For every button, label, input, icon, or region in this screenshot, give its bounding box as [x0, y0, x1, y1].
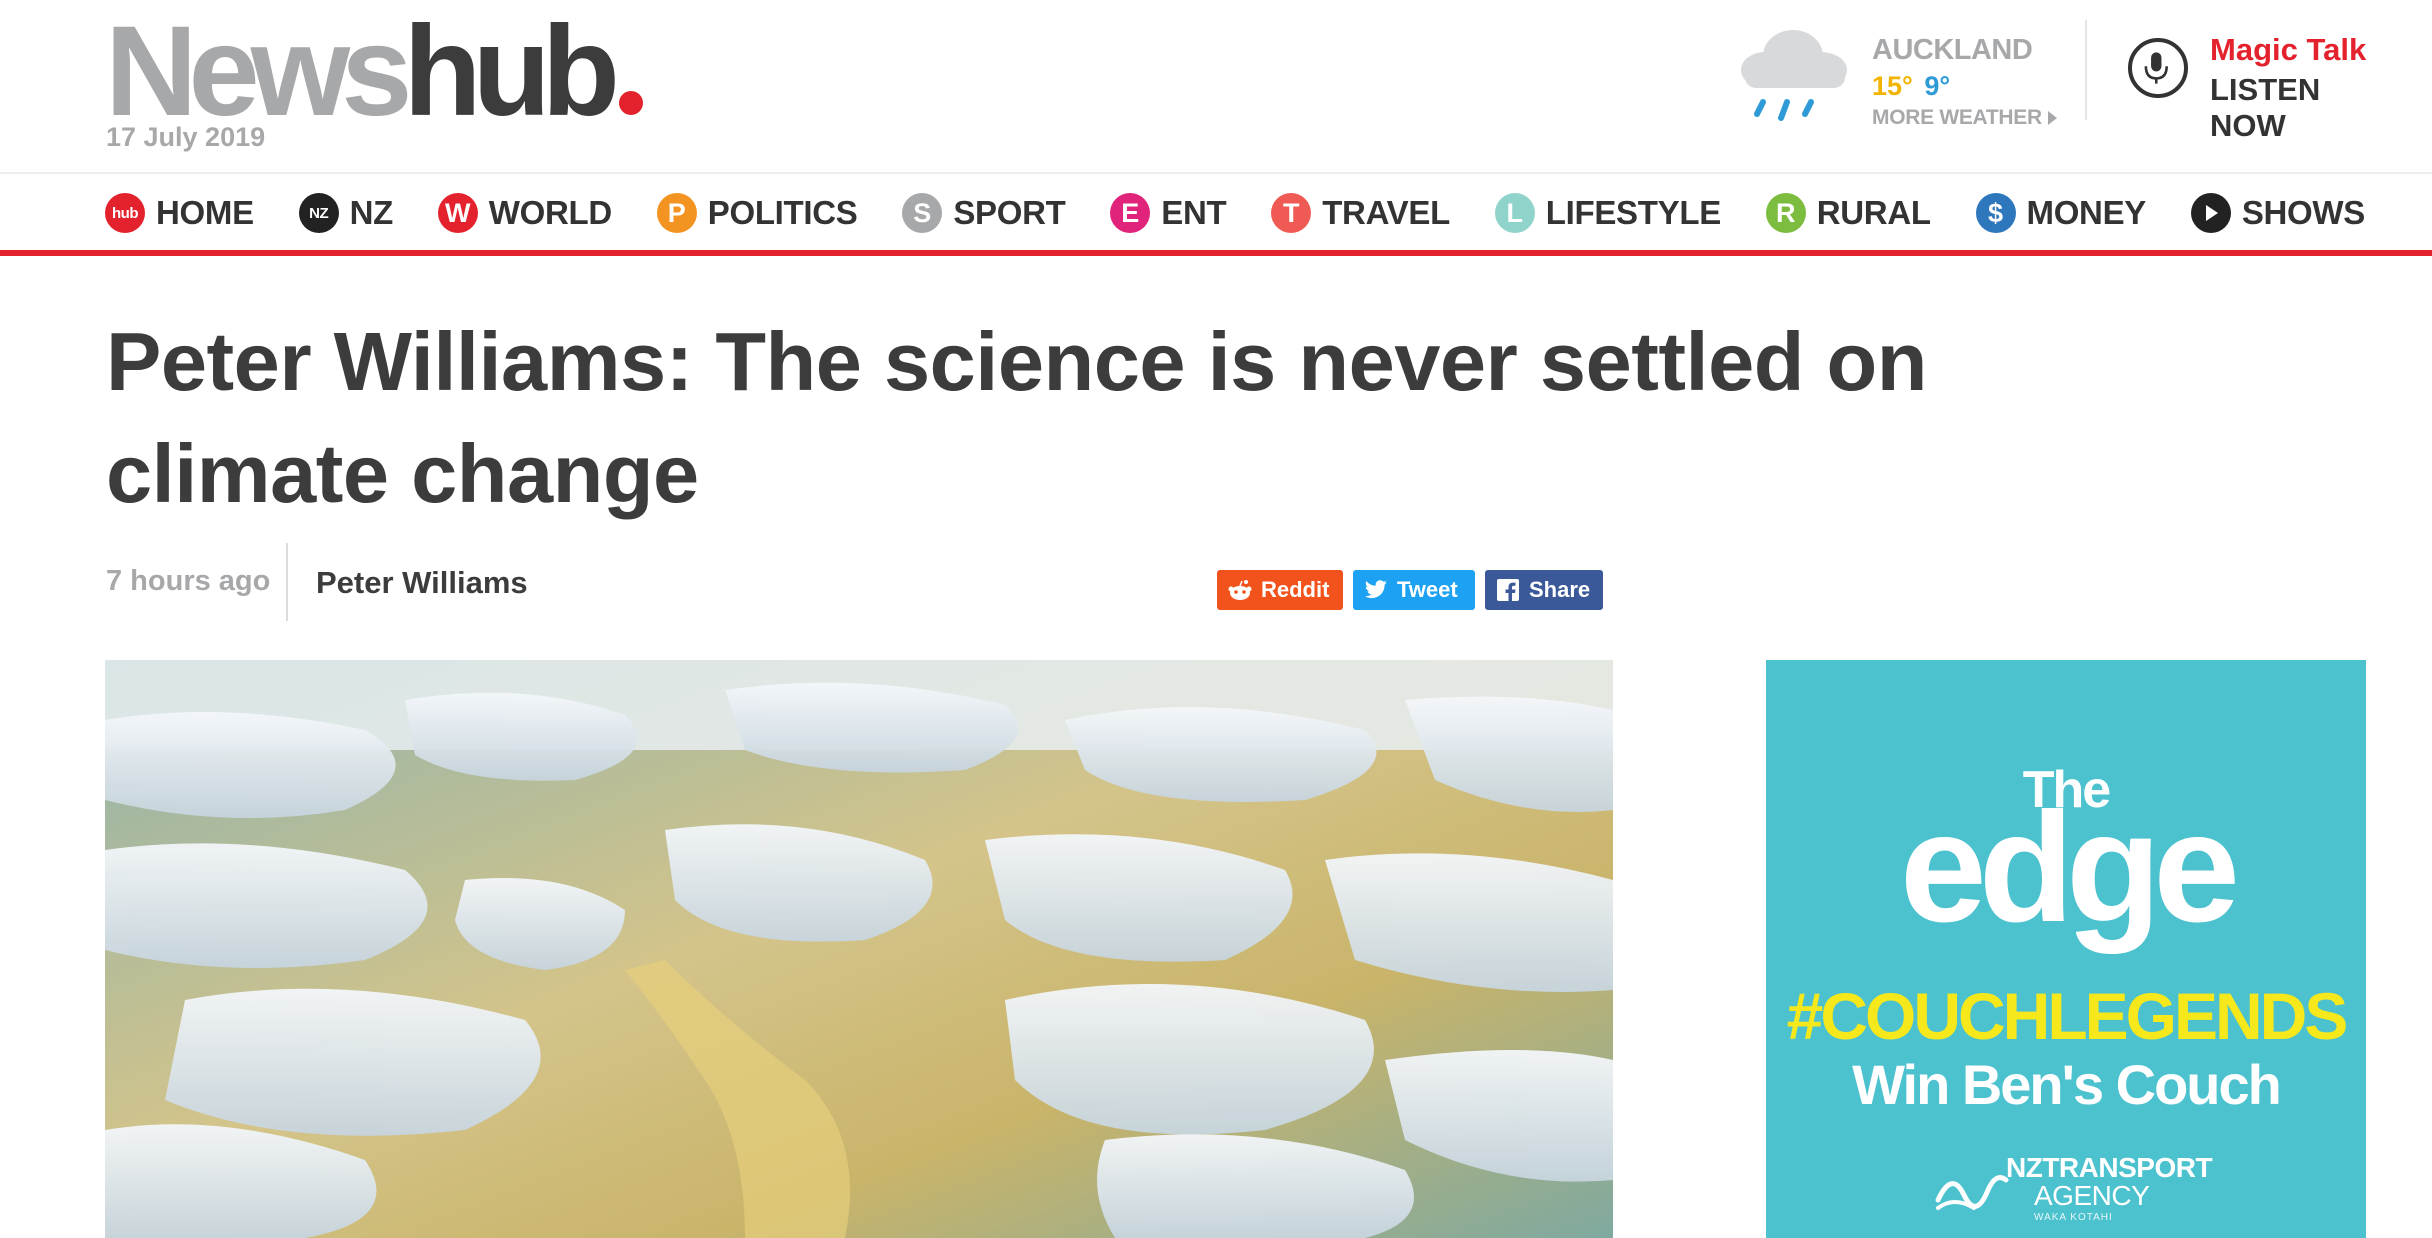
- reddit-label: Reddit: [1261, 577, 1330, 602]
- facebook-share-button[interactable]: Share: [1485, 570, 1603, 610]
- world-badge-icon: W: [437, 193, 478, 233]
- ad-brand-large: edge: [1899, 781, 2240, 955]
- tweet-share-button[interactable]: Tweet: [1353, 570, 1475, 610]
- nzta-wave-icon: [1935, 1175, 2009, 1210]
- nav-label: POLITICS: [707, 194, 858, 231]
- lifestyle-badge-icon: L: [1494, 193, 1535, 233]
- advertisement-banner[interactable]: The edge #COUCHLEGENDS Win Ben's Couch N…: [1766, 660, 2366, 1238]
- facebook-icon: [1495, 577, 1521, 603]
- nav-label: HOME: [156, 194, 254, 231]
- nav-label: RURAL: [1816, 194, 1931, 231]
- weather-widget[interactable]: AUCKLAND 15° 9° MORE WEATHER: [1735, 18, 2065, 130]
- nav-label: WORLD: [488, 194, 612, 231]
- nav-label: NZ: [349, 194, 394, 231]
- nz-badge-icon: NZ: [298, 193, 339, 233]
- logo-hub-text: hub: [403, 0, 620, 143]
- article-author-link[interactable]: Peter Williams: [316, 565, 528, 601]
- ent-badge-icon: E: [1110, 193, 1151, 233]
- current-date: 17 July 2019: [106, 122, 266, 152]
- nav-label: TRAVEL: [1322, 194, 1450, 231]
- reddit-icon: [1227, 577, 1253, 603]
- nav-item-nz[interactable]: NZ NZ: [298, 193, 394, 233]
- travel-badge-icon: T: [1271, 193, 1312, 233]
- facebook-share-label: Share: [1529, 577, 1591, 602]
- nzta-nz-text: NZ: [2006, 1152, 2043, 1183]
- twitter-bird-icon: [1363, 577, 1389, 603]
- tweet-label: Tweet: [1397, 577, 1458, 602]
- more-weather-link[interactable]: MORE WEATHER: [1872, 106, 2057, 130]
- nav-label: ENT: [1161, 194, 1227, 231]
- nav-list: hub HOME NZ NZ W WORLD P POLITICS S SPORT E ENT T TRA…: [105, 174, 2365, 252]
- nav-item-rural[interactable]: R RURAL: [1765, 193, 1931, 233]
- article-time-ago: 7 hours ago: [106, 565, 271, 597]
- nav-label: SHOWS: [2241, 194, 2365, 231]
- weather-temps: 15° 9°: [1872, 71, 1950, 102]
- nav-item-shows[interactable]: SHOWS: [2190, 193, 2365, 233]
- weather-city: AUCKLAND: [1872, 34, 2033, 66]
- reddit-share-button[interactable]: Reddit: [1217, 570, 1343, 610]
- site-header: Newshub 17 July 2019 AUCKLAND 15° 9° MOR…: [0, 0, 2432, 172]
- shows-badge-icon: [2190, 193, 2231, 233]
- rural-badge-icon: R: [1765, 193, 1806, 233]
- sport-badge-icon: S: [902, 193, 943, 233]
- money-badge-icon: $: [1975, 193, 2016, 233]
- caret-right-icon: [2047, 111, 2057, 125]
- rain-cloud-icon: [1741, 30, 1847, 121]
- article-hero-image[interactable]: [105, 660, 1613, 1238]
- main-nav: hub HOME NZ NZ W WORLD P POLITICS S SPORT E ENT T TRA…: [0, 172, 2432, 256]
- nzta-transport-text: TRANSPORT: [2042, 1152, 2213, 1183]
- nav-item-travel[interactable]: T TRAVEL: [1271, 193, 1450, 233]
- nav-item-ent[interactable]: E ENT: [1110, 193, 1227, 233]
- more-weather-label: MORE WEATHER: [1872, 106, 2042, 129]
- politics-badge-icon: P: [656, 193, 697, 233]
- logo-dot: [618, 91, 643, 115]
- nav-item-lifestyle[interactable]: L LIFESTYLE: [1494, 193, 1721, 233]
- newshub-logo[interactable]: Newshub: [105, 8, 643, 136]
- share-buttons: Reddit Tweet Share: [1217, 570, 1603, 610]
- nzta-logo: NZTRANSPORT AGENCY WAKA KOTAHI: [1934, 1150, 2234, 1223]
- sea-ice-illustration: [105, 660, 1613, 1238]
- nav-label: LIFESTYLE: [1545, 194, 1721, 231]
- weather-high: 15°: [1872, 71, 1913, 101]
- nav-item-money[interactable]: $ MONEY: [1975, 193, 2147, 233]
- nzta-sub-text: WAKA KOTAHI: [2034, 1212, 2113, 1223]
- nav-item-sport[interactable]: S SPORT: [902, 193, 1066, 233]
- nav-item-politics[interactable]: P POLITICS: [656, 193, 858, 233]
- nzta-agency-text: AGENCY: [2034, 1180, 2150, 1211]
- ad-hashtag: #COUCHLEGENDS: [1786, 979, 2349, 1053]
- listen-now-label: LISTEN NOW: [2210, 72, 2321, 143]
- microphone-icon: [2128, 38, 2188, 98]
- magic-talk-listen[interactable]: Magic Talk LISTEN NOW: [2128, 28, 2398, 143]
- nav-item-home[interactable]: hub HOME: [105, 193, 254, 233]
- nav-item-world[interactable]: W WORLD: [437, 193, 612, 233]
- radio-brand: Magic Talk: [2210, 32, 2367, 67]
- nav-label: MONEY: [2026, 194, 2147, 231]
- ad-tagline: Win Ben's Couch: [1852, 1053, 2282, 1116]
- nav-label: SPORT: [953, 194, 1066, 231]
- header-divider: [2085, 20, 2087, 120]
- meta-divider: [286, 543, 288, 621]
- weather-low: 9°: [1924, 71, 1951, 101]
- article-headline: Peter Williams: The science is never set…: [106, 315, 1927, 520]
- home-badge-icon: hub: [105, 193, 145, 233]
